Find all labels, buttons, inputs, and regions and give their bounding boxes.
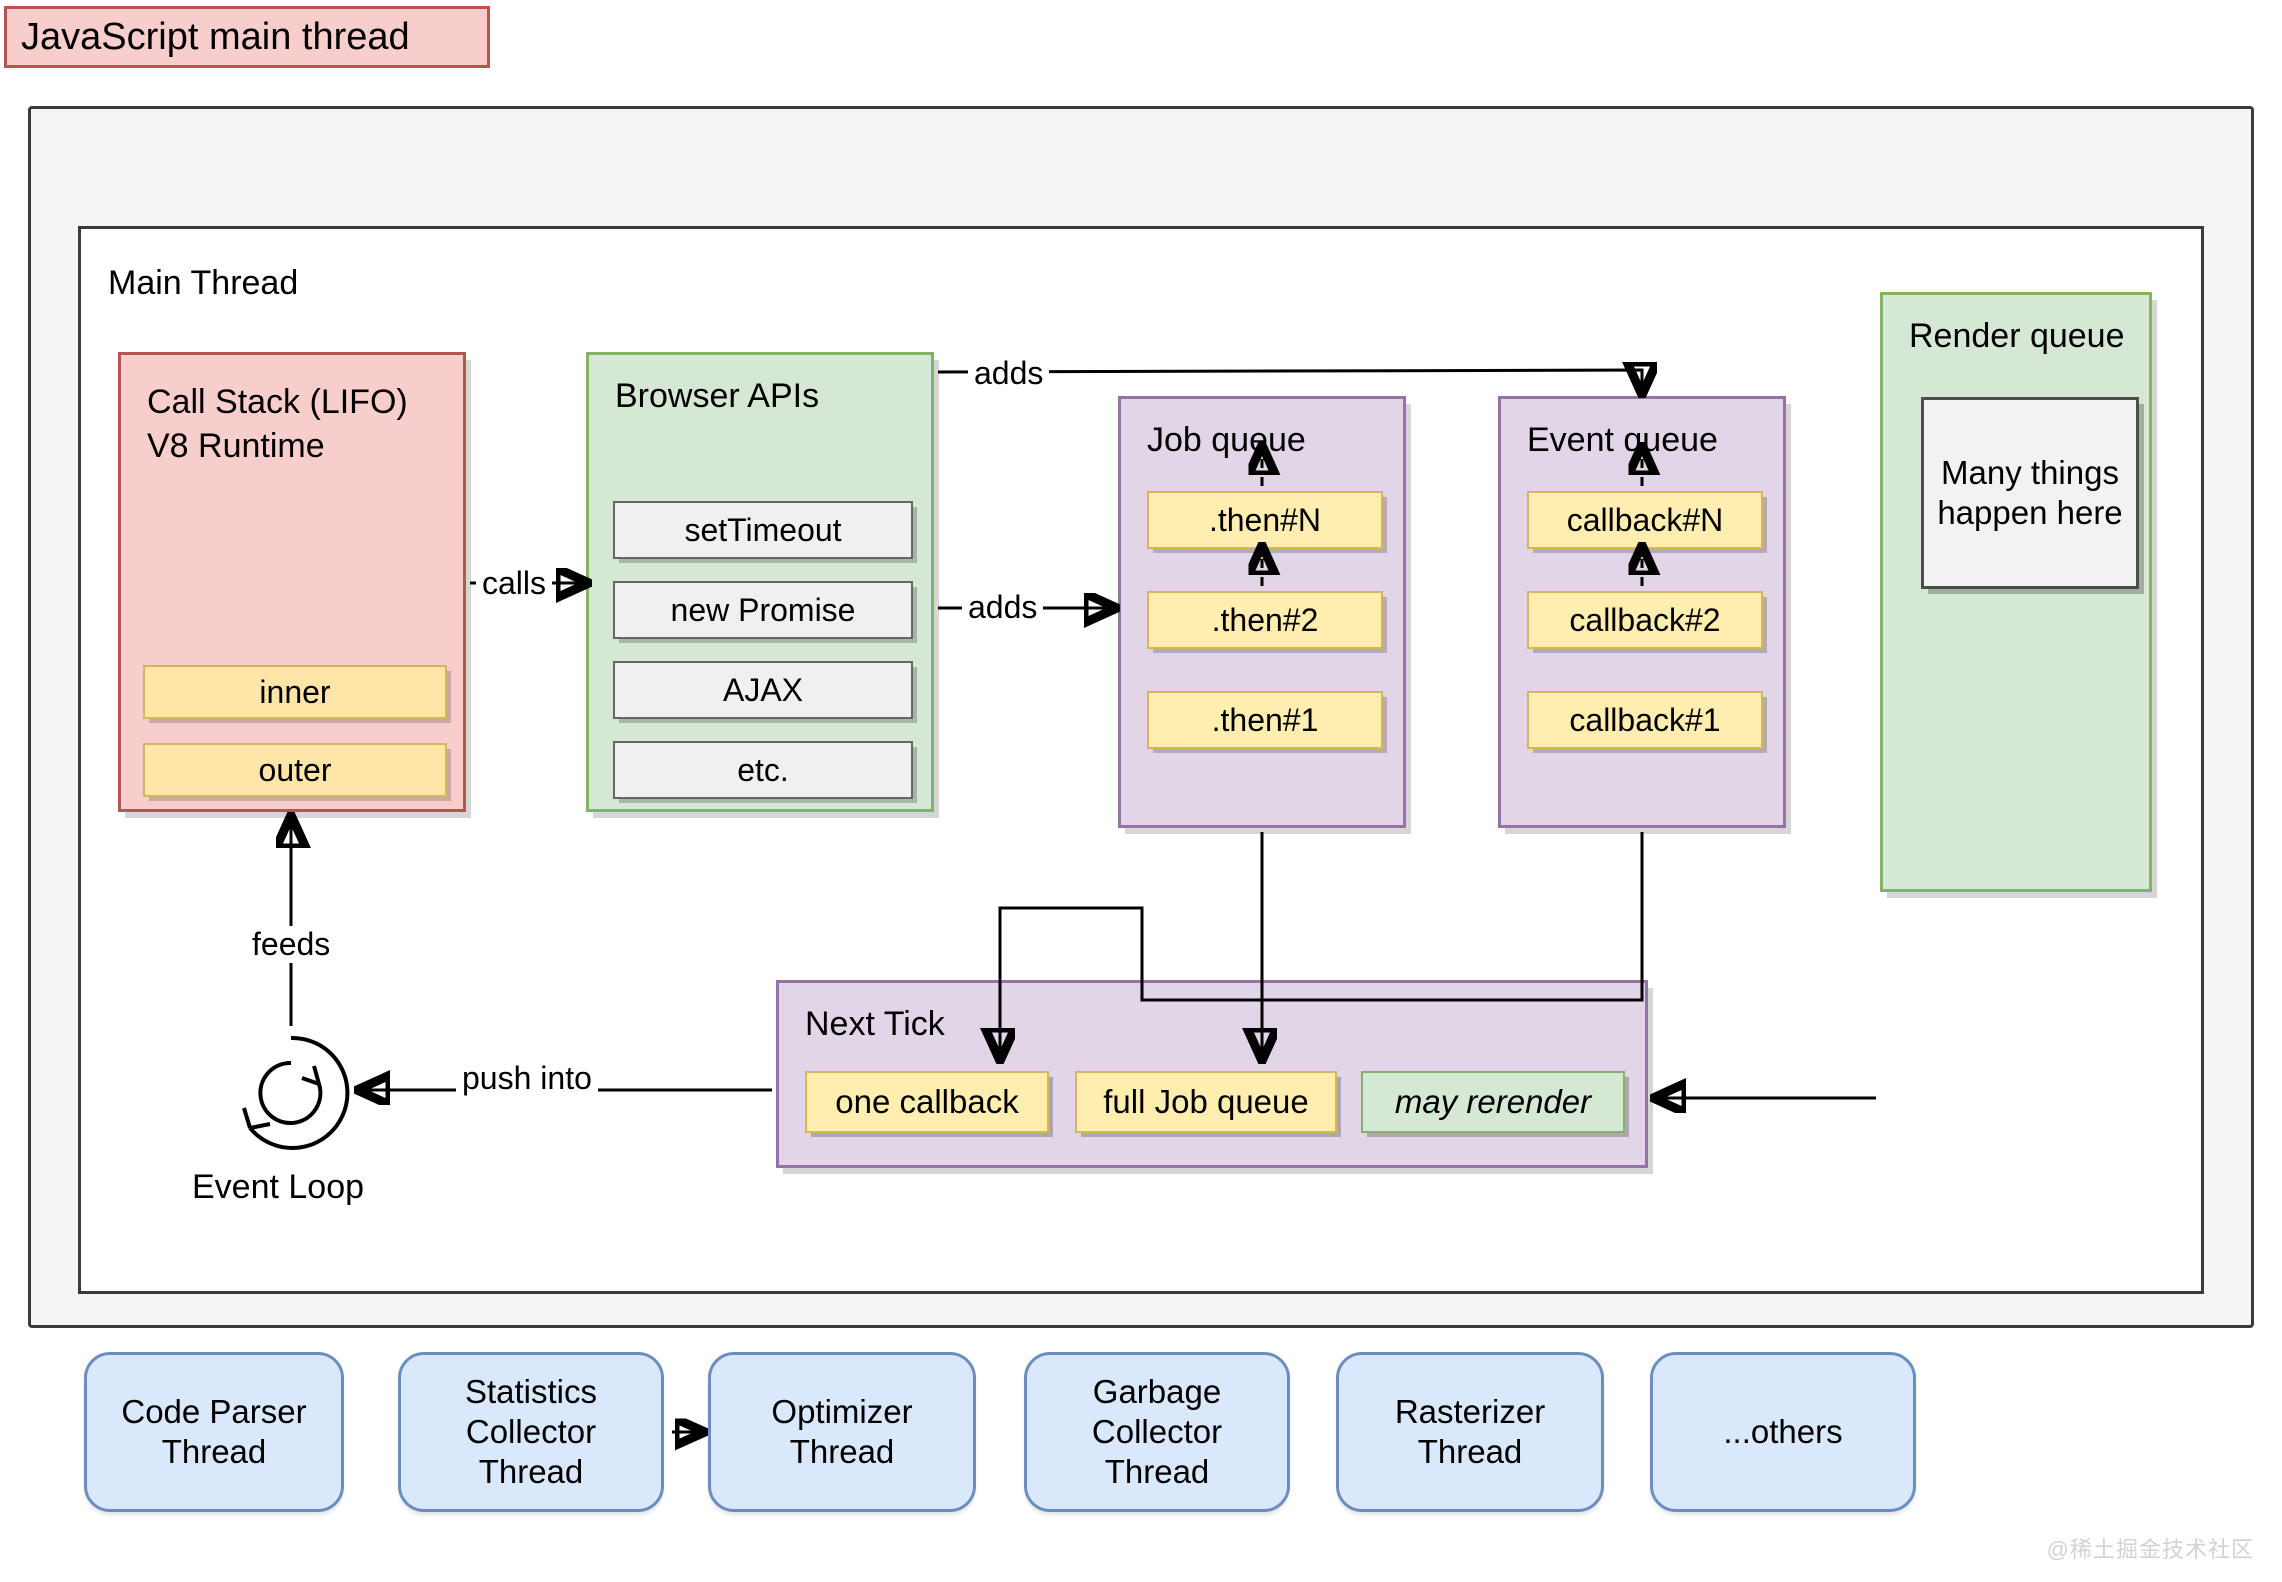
render-queue-note: Many things happen here [1921,397,2139,589]
thread-box-others: ...others [1650,1352,1916,1512]
thread-1-line1: Statistics [464,1372,598,1410]
thread-box-code-parser: Code Parser Thread [84,1352,344,1512]
edge-label-feeds: feeds [246,926,337,963]
next-tick-box: Next Tick one callback full Job queue ma… [776,980,1648,1168]
api-item-etc: etc. [613,741,913,799]
edge-label-adds-mid: adds [962,589,1044,626]
render-queue-box: Render queue Many things happen here [1880,292,2152,892]
thread-4-line1: Rasterizer [1394,1392,1546,1430]
call-stack-frame-outer: outer [143,743,447,797]
job-queue-box: Job queue .then#N .then#2 .then#1 [1118,396,1406,828]
thread-2-line1: Optimizer [771,1392,913,1430]
event-loop-label: Event Loop [192,1168,365,1206]
thread-3-line3: Thread [1104,1453,1210,1491]
thread-0-line1: Code Parser [121,1392,307,1430]
javascript-main-thread-badge: JavaScript main thread [4,6,490,68]
next-tick-item-may-rerender: may rerender [1361,1071,1625,1133]
call-stack-frame-inner: inner [143,665,447,719]
thread-box-rasterizer: Rasterizer Thread [1336,1352,1604,1512]
thread-2-line2: Thread [789,1433,895,1470]
thread-box-garbage-collector: Garbage Collector Thread [1024,1352,1290,1512]
api-item-ajax: AJAX [613,661,913,719]
job-queue-item-then-1: .then#1 [1147,691,1383,749]
event-queue-box: Event queue callback#N callback#2 callba… [1498,396,1786,828]
title-badge-label: JavaScript main thread [21,15,410,58]
thread-5-line1: ...others [1723,1412,1843,1450]
browser-apis-box: Browser APIs setTimeout new Promise AJAX… [586,352,934,812]
thread-3-line2: Collector [1091,1412,1223,1450]
call-stack-box: Call Stack (LIFO) V8 Runtime inner outer [118,352,466,812]
main-thread-label: Main Thread [108,264,299,302]
diagram-canvas: JavaScript main thread Web Browser (Chro… [0,0,2282,1582]
edge-label-push-into: push into [456,1060,598,1097]
next-tick-title: Next Tick [805,1005,945,1043]
edge-label-adds-top: adds [968,355,1050,392]
event-queue-item-callback-1: callback#1 [1527,691,1763,749]
edge-label-calls: calls [476,565,553,602]
thread-box-optimizer: Optimizer Thread [708,1352,976,1512]
render-queue-note-line2: happen here [1937,494,2123,531]
thread-box-statistics-collector: Statistics Collector Thread [398,1352,664,1512]
render-queue-title: Render queue [1909,317,2125,355]
thread-4-line2: Thread [1417,1433,1523,1470]
api-item-new-promise: new Promise [613,581,913,639]
thread-3-line1: Garbage [1092,1372,1222,1410]
render-queue-note-line1: Many things [1941,453,2119,491]
next-tick-item-one-callback: one callback [805,1071,1049,1133]
api-item-settimeout: setTimeout [613,501,913,559]
thread-1-line3: Thread [478,1453,584,1491]
event-queue-item-callback-n: callback#N [1527,491,1763,549]
loop-icon [228,1030,354,1156]
job-queue-item-then-2: .then#2 [1147,591,1383,649]
call-stack-title-line2: V8 Runtime [147,427,325,465]
job-queue-title: Job queue [1147,421,1306,459]
next-tick-item-full-job-queue: full Job queue [1075,1071,1337,1133]
event-queue-item-callback-2: callback#2 [1527,591,1763,649]
watermark: @稀土掘金技术社区 [2046,1537,2254,1562]
call-stack-title-line1: Call Stack (LIFO) [147,383,408,421]
event-queue-title: Event queue [1527,421,1718,459]
thread-0-line2: Thread [161,1433,267,1470]
job-queue-item-then-n: .then#N [1147,491,1383,549]
browser-apis-title: Browser APIs [615,377,820,415]
thread-1-line2: Collector [465,1412,597,1450]
